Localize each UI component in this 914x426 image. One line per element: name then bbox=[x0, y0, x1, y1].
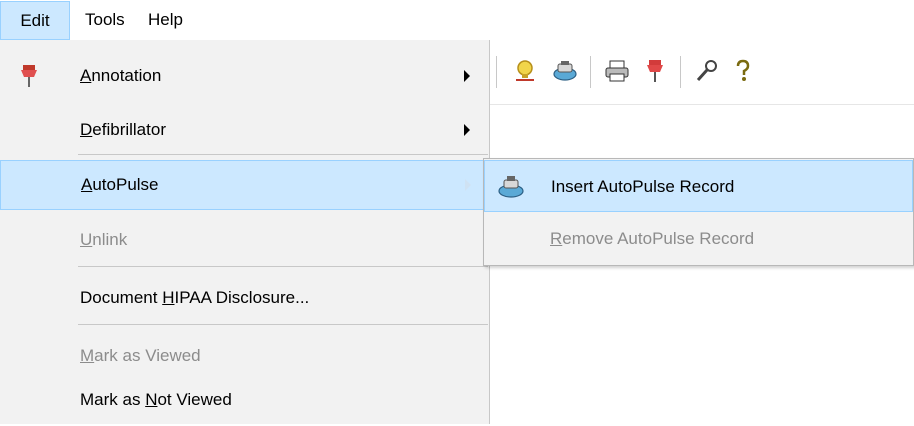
menu-item-label: Defibrillator bbox=[80, 120, 166, 139]
submenu-arrow-icon bbox=[465, 179, 471, 191]
submenu-arrow-icon bbox=[464, 70, 470, 82]
lamp-icon[interactable] bbox=[512, 58, 538, 84]
toolbar-separator bbox=[680, 56, 681, 88]
menu-help[interactable]: Help bbox=[148, 0, 183, 40]
autopulse-submenu: Insert AutoPulse Record Remove AutoPulse… bbox=[483, 158, 914, 266]
menu-item-mark-as-not-viewed[interactable]: Mark as Not Viewed bbox=[0, 374, 488, 426]
frame-divider bbox=[490, 104, 914, 105]
menu-item-label: Document HIPAA Disclosure... bbox=[80, 288, 310, 307]
toolbar-separator bbox=[496, 56, 497, 88]
menu-item-label: Insert AutoPulse Record bbox=[551, 177, 735, 196]
edit-menu-dropdown: Annotation Defibrillator AutoPulse Unlin… bbox=[0, 40, 490, 424]
autopulse-device-icon[interactable] bbox=[552, 58, 578, 84]
menu-edit[interactable]: Edit bbox=[0, 1, 70, 40]
menu-bar: Edit Tools Help bbox=[0, 0, 914, 40]
autopulse-device-icon bbox=[498, 176, 524, 198]
toolbar-separator bbox=[590, 56, 591, 88]
menu-separator bbox=[78, 266, 488, 267]
menu-item-defibrillator[interactable]: Defibrillator bbox=[0, 104, 488, 156]
menu-item-remove-autopulse-record: Remove AutoPulse Record bbox=[484, 213, 913, 267]
menu-item-label: Remove AutoPulse Record bbox=[550, 229, 755, 248]
menu-item-annotation[interactable]: Annotation bbox=[0, 50, 488, 102]
menu-item-autopulse[interactable]: AutoPulse bbox=[0, 160, 488, 210]
help-icon[interactable] bbox=[730, 58, 756, 84]
menu-item-label: Mark as Not Viewed bbox=[80, 390, 232, 409]
toolbar bbox=[490, 42, 914, 102]
menu-item-unlink: Unlink bbox=[0, 214, 488, 266]
menu-separator bbox=[78, 324, 488, 325]
submenu-arrow-icon bbox=[464, 124, 470, 136]
menu-tools[interactable]: Tools bbox=[85, 0, 125, 40]
pushpin-icon bbox=[21, 65, 37, 87]
wrench-icon[interactable] bbox=[694, 58, 720, 84]
menu-item-label: Annotation bbox=[80, 66, 162, 85]
menu-item-document-hipaa-disclosure[interactable]: Document HIPAA Disclosure... bbox=[0, 272, 488, 324]
menu-item-label: Unlink bbox=[80, 230, 128, 249]
menu-item-label: AutoPulse bbox=[81, 175, 159, 194]
print-icon[interactable] bbox=[604, 58, 630, 84]
menu-separator bbox=[78, 154, 488, 155]
pushpin-icon[interactable] bbox=[642, 58, 668, 84]
menu-item-insert-autopulse-record[interactable]: Insert AutoPulse Record bbox=[484, 160, 913, 212]
